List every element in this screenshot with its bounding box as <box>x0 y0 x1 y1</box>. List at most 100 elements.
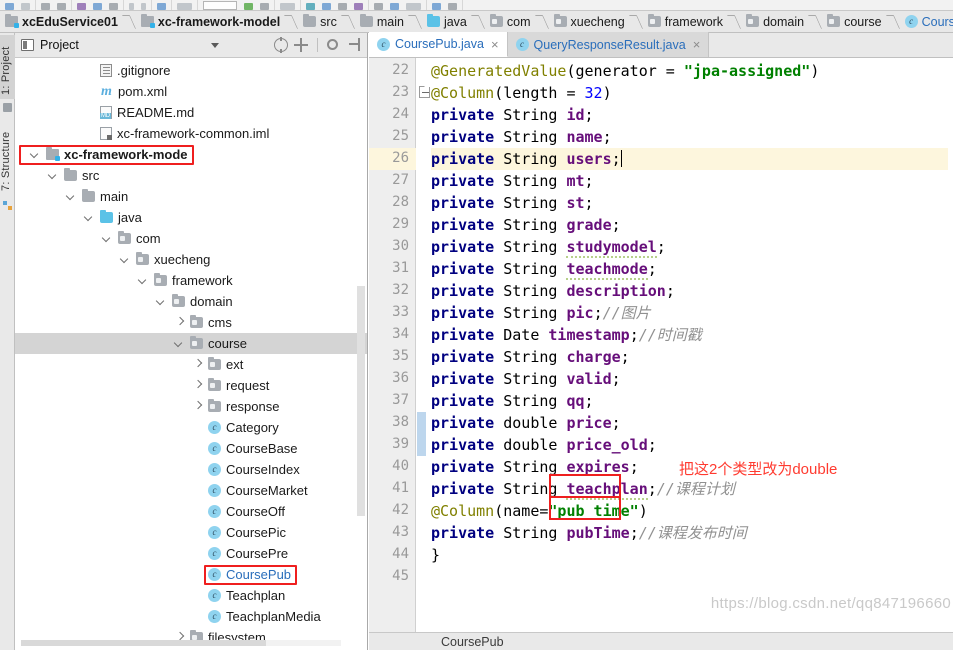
tree-item-coursepre[interactable]: c CoursePre <box>15 543 367 564</box>
code-line[interactable]: } <box>431 544 440 566</box>
open-project-icon[interactable] <box>5 3 14 10</box>
editor-tab-coursepub[interactable]: c CoursePub.java × <box>369 32 508 57</box>
tree-item-com[interactable]: com <box>15 228 367 249</box>
code-line[interactable]: private Date timestamp;//时间戳 <box>431 324 702 346</box>
code-line[interactable]: private String name; <box>431 126 612 148</box>
breadcrumb-item-java[interactable]: java <box>422 11 485 32</box>
back-icon[interactable] <box>129 3 134 10</box>
close-icon[interactable]: × <box>693 37 701 52</box>
code-line[interactable]: private String studymodel; <box>431 236 666 258</box>
code-line[interactable]: private String id; <box>431 104 594 126</box>
breadcrumb-item-project[interactable]: xcEduService01 <box>0 11 136 32</box>
settings-icon[interactable] <box>390 3 399 10</box>
breadcrumb-item-main[interactable]: main <box>355 11 422 32</box>
run-config-selector[interactable] <box>203 1 237 10</box>
tree-item-src[interactable]: src <box>15 165 367 186</box>
tree-item-coursebase[interactable]: c CourseBase <box>15 438 367 459</box>
tree-item-courseoff[interactable]: c CourseOff <box>15 501 367 522</box>
code-line[interactable]: private String expires; <box>431 456 639 478</box>
scrollbar-thumb[interactable] <box>357 286 365 516</box>
tool-window-tab-project[interactable]: 1: Project <box>0 35 15 99</box>
code-line[interactable]: private String st; <box>431 192 594 214</box>
tree-item-courseindex[interactable]: c CourseIndex <box>15 459 367 480</box>
chevron-down-icon[interactable] <box>66 191 77 202</box>
tree-item-request[interactable]: request <box>15 375 367 396</box>
chevron-right-icon[interactable] <box>192 359 203 370</box>
code-fold-marker[interactable] <box>419 83 432 98</box>
compile-icon[interactable] <box>157 3 166 10</box>
redo-icon[interactable] <box>57 3 66 10</box>
tool-window-tab-structure[interactable]: 7: Structure <box>0 119 15 195</box>
tree-item-ext[interactable]: ext <box>15 354 367 375</box>
tree-item-coursepub[interactable]: c CoursePub <box>15 564 367 585</box>
chevron-down-icon[interactable] <box>30 149 41 160</box>
code-line[interactable]: private String pubTime;//课程发布时间 <box>431 522 747 544</box>
breadcrumb-item-xuecheng[interactable]: xuecheng <box>549 11 643 32</box>
run-config-icon[interactable] <box>177 3 192 10</box>
code-folding-column[interactable] <box>417 58 432 632</box>
code-line[interactable]: @GeneratedValue(generator = "jpa-assigne… <box>431 60 819 82</box>
code-line[interactable]: private String grade; <box>431 214 621 236</box>
tree-item-main[interactable]: main <box>15 186 367 207</box>
code-line[interactable]: private String charge; <box>431 346 630 368</box>
tree-item--gitignore[interactable]: .gitignore <box>15 60 367 81</box>
breadcrumb-item-com[interactable]: com <box>485 11 549 32</box>
chevron-down-icon[interactable] <box>174 338 185 349</box>
tree-horizontal-scrollbar[interactable] <box>21 640 341 646</box>
scrollbar-thumb[interactable] <box>21 640 266 646</box>
vcs-history-icon[interactable] <box>338 3 347 10</box>
code-line[interactable]: @Column(name="pub_time") <box>431 500 648 522</box>
project-tree[interactable]: .gitignore m pom.xml README.md xc-framework-… <box>15 58 367 649</box>
chevron-down-icon[interactable] <box>138 275 149 286</box>
tree-item-java[interactable]: java <box>15 207 367 228</box>
editor-vertical-scrollbar[interactable] <box>948 84 953 632</box>
chevron-down-icon[interactable] <box>156 296 167 307</box>
code-line[interactable]: private double price; <box>431 412 621 434</box>
tree-item-teachplan[interactable]: c Teachplan <box>15 585 367 606</box>
code-line[interactable]: private String qq; <box>431 390 594 412</box>
tree-item-response[interactable]: response <box>15 396 367 417</box>
code-line[interactable]: private double price_old; <box>431 434 657 456</box>
code-line[interactable]: private String teachplan;//课程计划 <box>431 478 735 500</box>
breadcrumb-item-framework[interactable]: framework <box>643 11 741 32</box>
editor-tab-queryresponseresult[interactable]: c QueryResponseResult.java × <box>507 32 710 57</box>
tree-item-domain[interactable]: domain <box>15 291 367 312</box>
commit-icon[interactable] <box>322 3 331 10</box>
help-icon[interactable] <box>432 3 441 10</box>
paste-icon[interactable] <box>109 3 118 10</box>
source-code[interactable]: @GeneratedValue(generator = "jpa-assigne… <box>431 58 953 632</box>
breadcrumb-item-course[interactable]: course <box>822 11 900 32</box>
undo-icon[interactable] <box>41 3 50 10</box>
tree-item-pom-xml[interactable]: m pom.xml <box>15 81 367 102</box>
chevron-right-icon[interactable] <box>174 317 185 328</box>
code-line[interactable]: private String mt; <box>431 170 594 192</box>
copy-icon[interactable] <box>93 3 102 10</box>
chevron-right-icon[interactable] <box>192 380 203 391</box>
tree-item-xc-framework-mode[interactable]: xc-framework-mode <box>15 144 367 165</box>
breadcrumb-item-module[interactable]: xc-framework-model <box>136 11 298 32</box>
breadcrumb-item-src[interactable]: src <box>298 11 355 32</box>
favorites-icon[interactable] <box>3 103 12 112</box>
breadcrumb-item-domain[interactable]: domain <box>741 11 822 32</box>
tree-item-readme-md[interactable]: README.md <box>15 102 367 123</box>
run-icon[interactable] <box>244 3 253 10</box>
code-line[interactable]: private String description; <box>431 280 675 302</box>
gear-icon[interactable] <box>327 38 341 52</box>
tree-item-coursemarket[interactable]: c CourseMarket <box>15 480 367 501</box>
collapse-all-icon[interactable] <box>294 38 308 52</box>
tree-item-category[interactable]: c Category <box>15 417 367 438</box>
chevron-down-icon[interactable] <box>48 170 59 181</box>
tree-item-coursepic[interactable]: c CoursePic <box>15 522 367 543</box>
code-line[interactable]: private String users; <box>431 148 622 170</box>
chevron-down-icon[interactable] <box>84 212 95 223</box>
scroll-from-source-icon[interactable] <box>274 37 288 53</box>
code-view[interactable]: 22 23 24 25 26 27 28 29 30 31 32 33 34 35 36 37 38 39 40 41… <box>369 58 953 632</box>
update-project-icon[interactable] <box>306 3 315 10</box>
tree-item-cms[interactable]: cms <box>15 312 367 333</box>
chevron-down-icon[interactable] <box>102 233 113 244</box>
tree-item-framework[interactable]: framework <box>15 270 367 291</box>
debug-icon[interactable] <box>260 3 269 10</box>
hide-panel-icon[interactable] <box>347 38 361 52</box>
project-structure-icon[interactable] <box>406 3 421 10</box>
vcs-revert-icon[interactable] <box>354 3 363 10</box>
